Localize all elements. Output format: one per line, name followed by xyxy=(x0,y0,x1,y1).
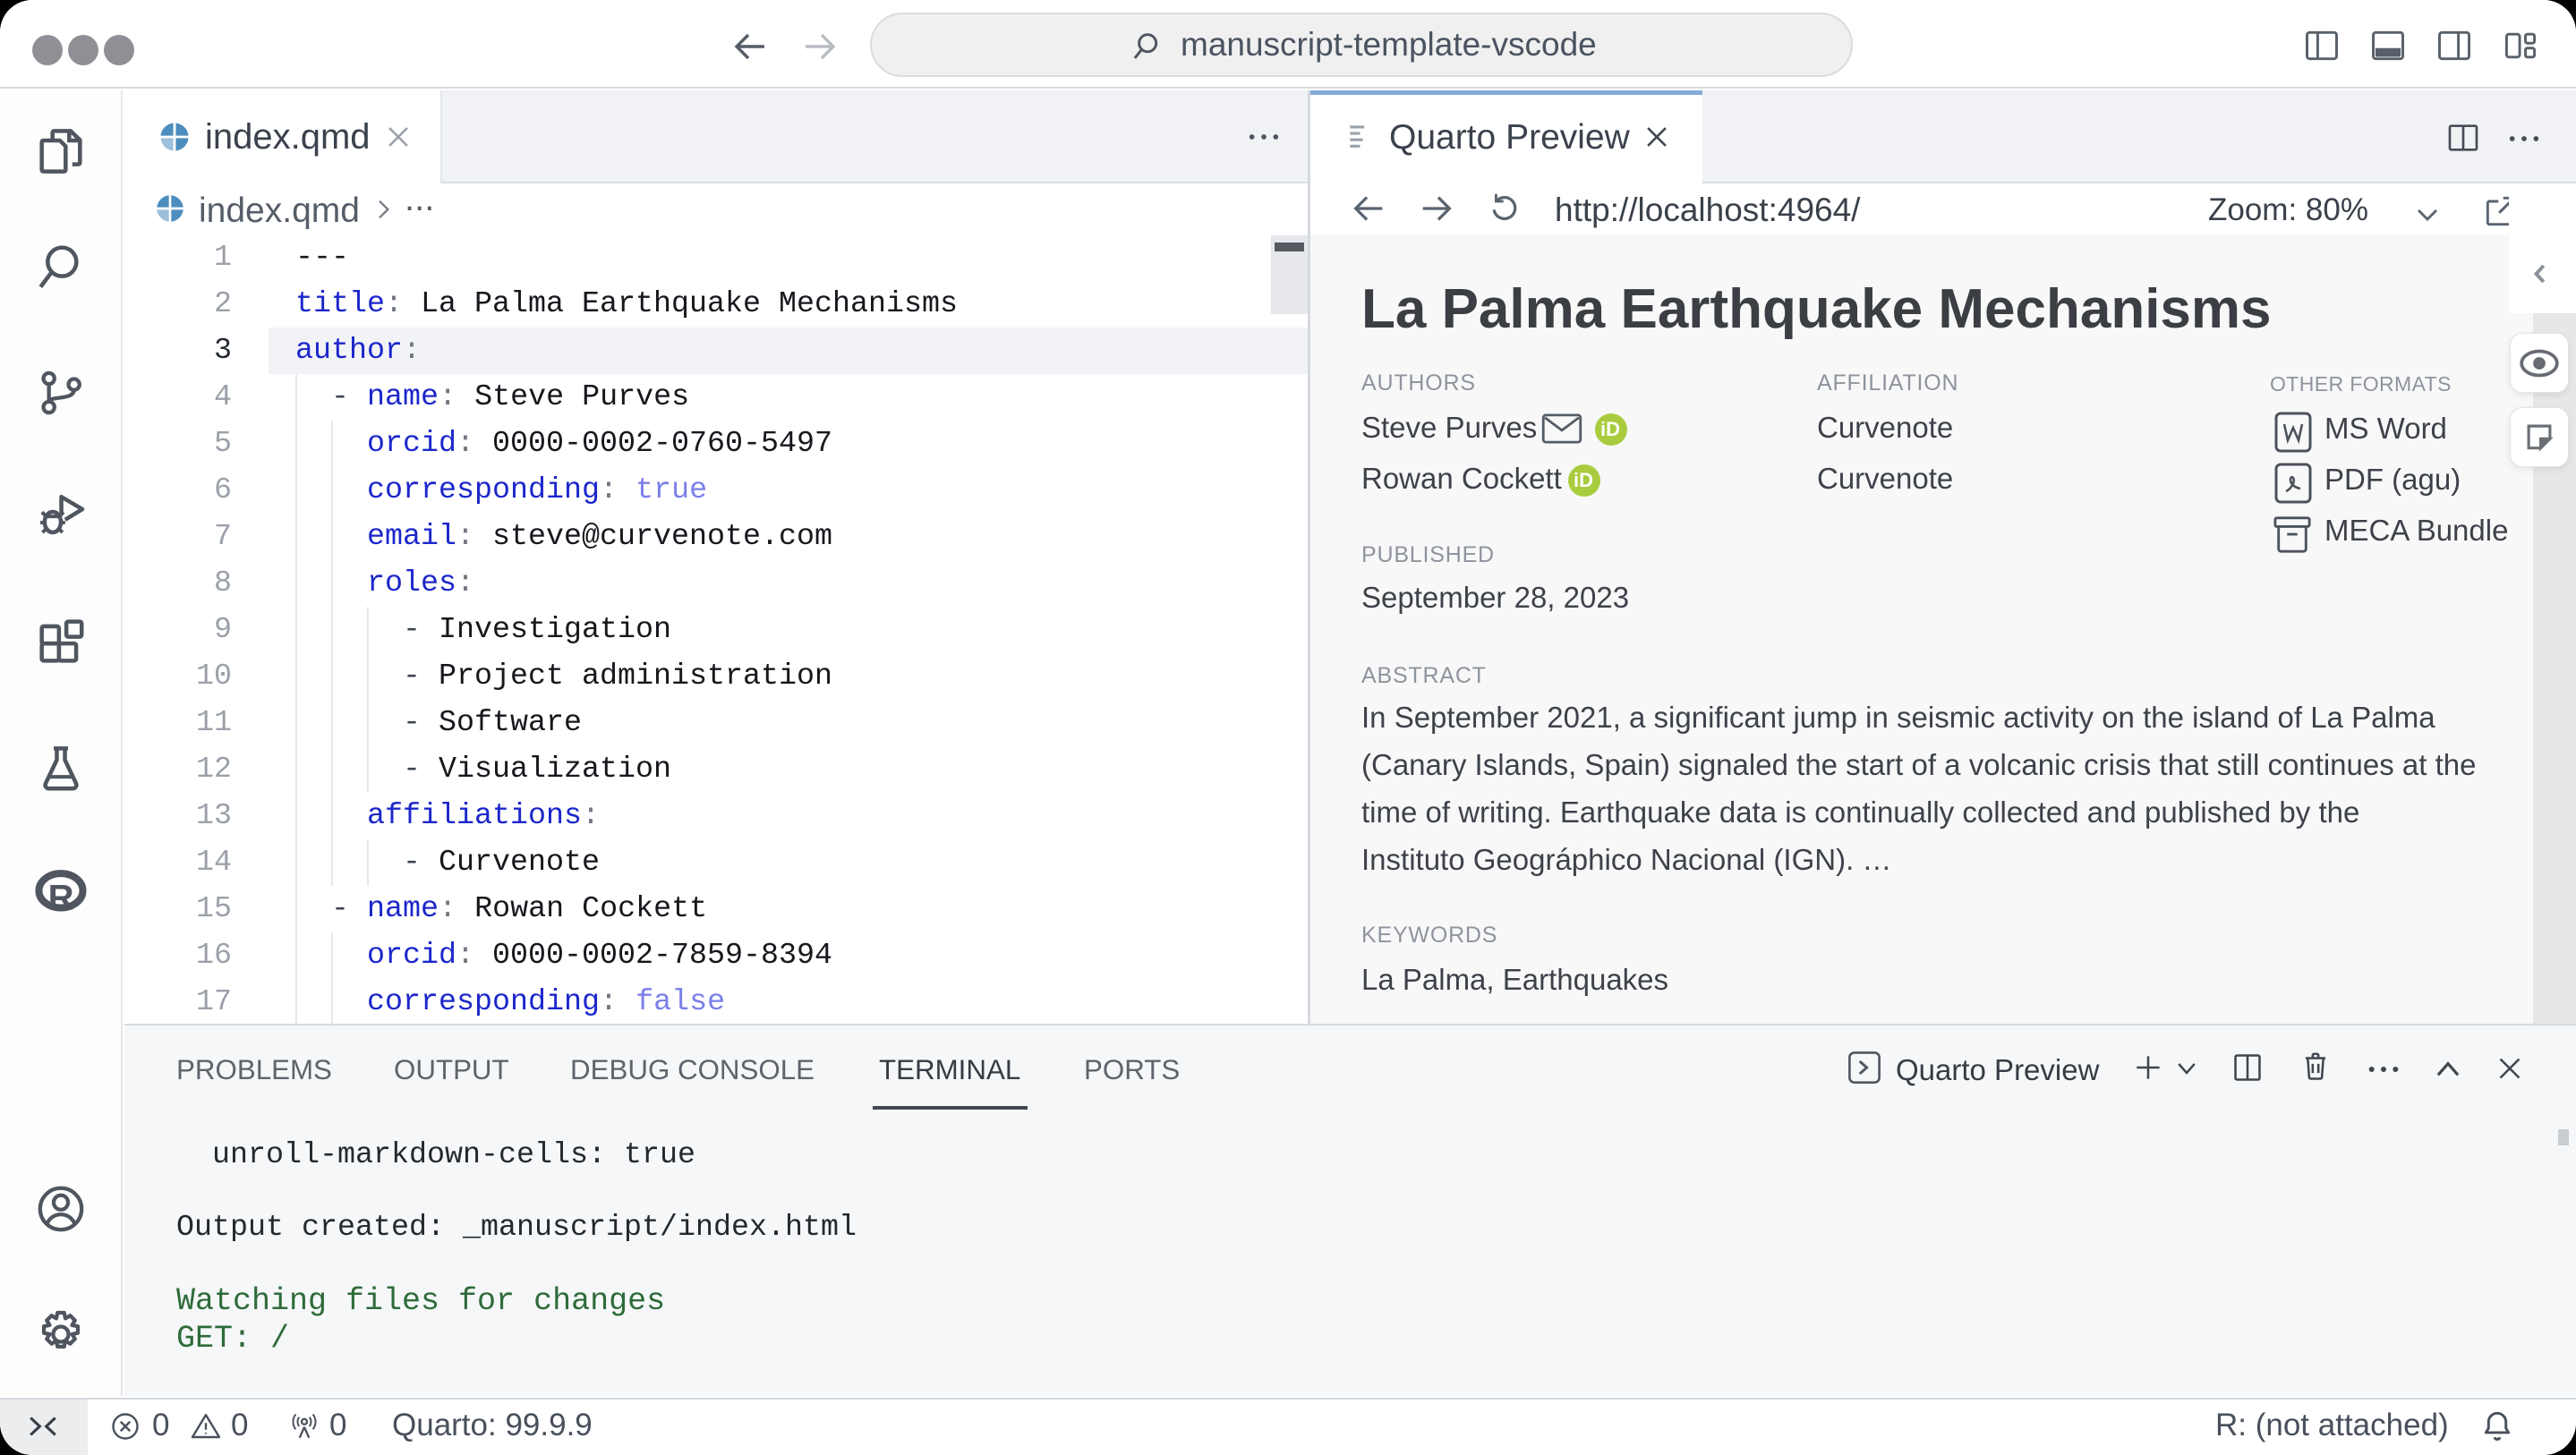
svg-text:R: R xyxy=(48,879,74,918)
